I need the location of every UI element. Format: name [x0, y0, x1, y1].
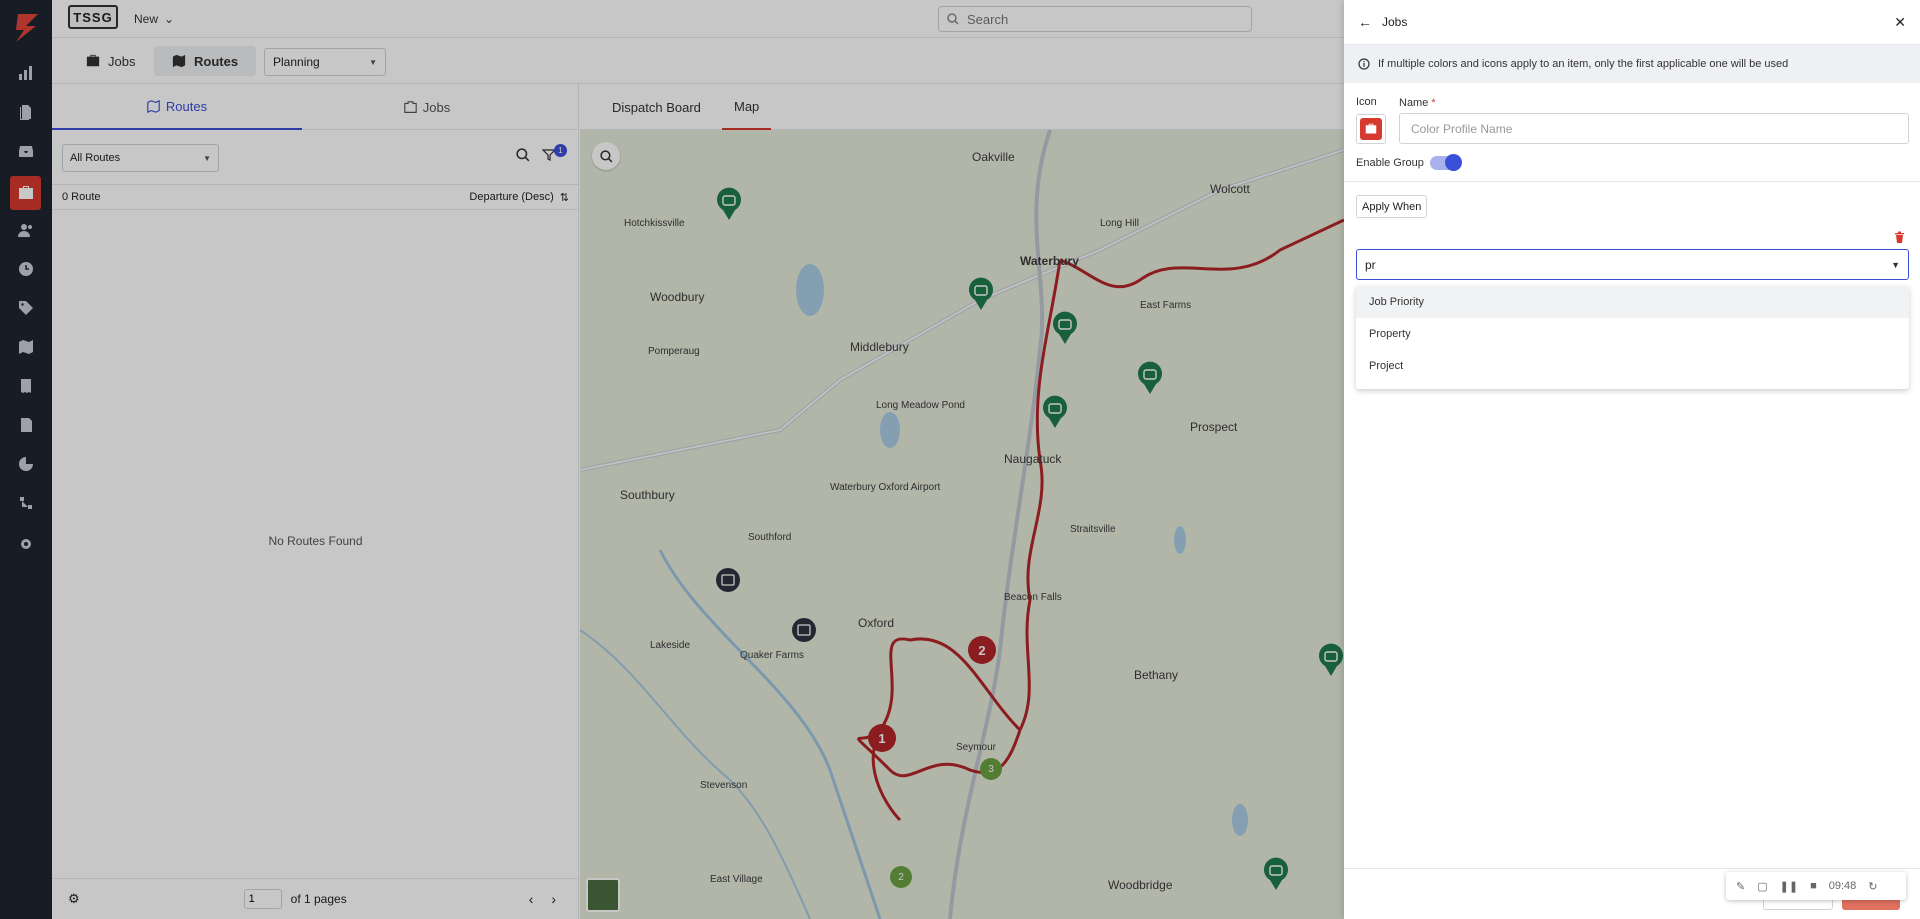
icon-label: Icon	[1356, 96, 1377, 108]
recorder-toolbar: ✎ ▢ ❚❚ ■ 09:48 ↻	[1726, 872, 1906, 900]
required-mark: *	[1431, 97, 1436, 109]
info-icon	[1358, 58, 1370, 70]
condition-field-input[interactable]	[1365, 257, 1892, 272]
briefcase-icon	[1360, 118, 1382, 140]
option-job-priority[interactable]: Job Priority	[1356, 286, 1909, 318]
back-arrow-icon[interactable]: ←	[1358, 14, 1372, 30]
close-icon[interactable]: ✕	[1894, 14, 1906, 31]
recorder-timer: 09:48	[1828, 880, 1857, 892]
pause-icon[interactable]: ❚❚	[1780, 880, 1798, 893]
info-banner: If multiple colors and icons apply to an…	[1344, 45, 1920, 83]
option-project[interactable]: Project	[1356, 350, 1909, 382]
pen-icon[interactable]: ✎	[1736, 880, 1745, 893]
enable-group-label: Enable Group	[1356, 157, 1424, 169]
trash-icon[interactable]	[1894, 231, 1905, 246]
drawer-title: Jobs	[1382, 15, 1408, 29]
drawer-header: ← Jobs ✕	[1344, 0, 1920, 45]
enable-group-toggle[interactable]	[1430, 154, 1462, 171]
option-property[interactable]: Property	[1356, 318, 1909, 350]
modal-overlay[interactable]	[0, 0, 1344, 919]
icon-picker[interactable]	[1356, 114, 1386, 144]
divider	[1344, 181, 1920, 182]
caret-down-icon[interactable]: ▼	[1891, 260, 1900, 270]
condition-options-menu: Job Priority Property Project	[1356, 286, 1909, 389]
toggle-knob	[1445, 154, 1462, 171]
name-label: Name *	[1399, 97, 1436, 109]
color-profile-drawer: ← Jobs ✕ If multiple colors and icons ap…	[1344, 0, 1920, 919]
restart-icon[interactable]: ↻	[1868, 880, 1877, 893]
info-text: If multiple colors and icons apply to an…	[1378, 58, 1789, 70]
apply-when-button[interactable]: Apply When	[1356, 195, 1428, 218]
name-input[interactable]	[1399, 113, 1909, 144]
comment-icon[interactable]: ▢	[1757, 880, 1767, 893]
name-label-text: Name	[1399, 97, 1429, 109]
stop-icon[interactable]: ■	[1810, 880, 1817, 892]
condition-field-combobox[interactable]: ▼	[1356, 249, 1909, 280]
